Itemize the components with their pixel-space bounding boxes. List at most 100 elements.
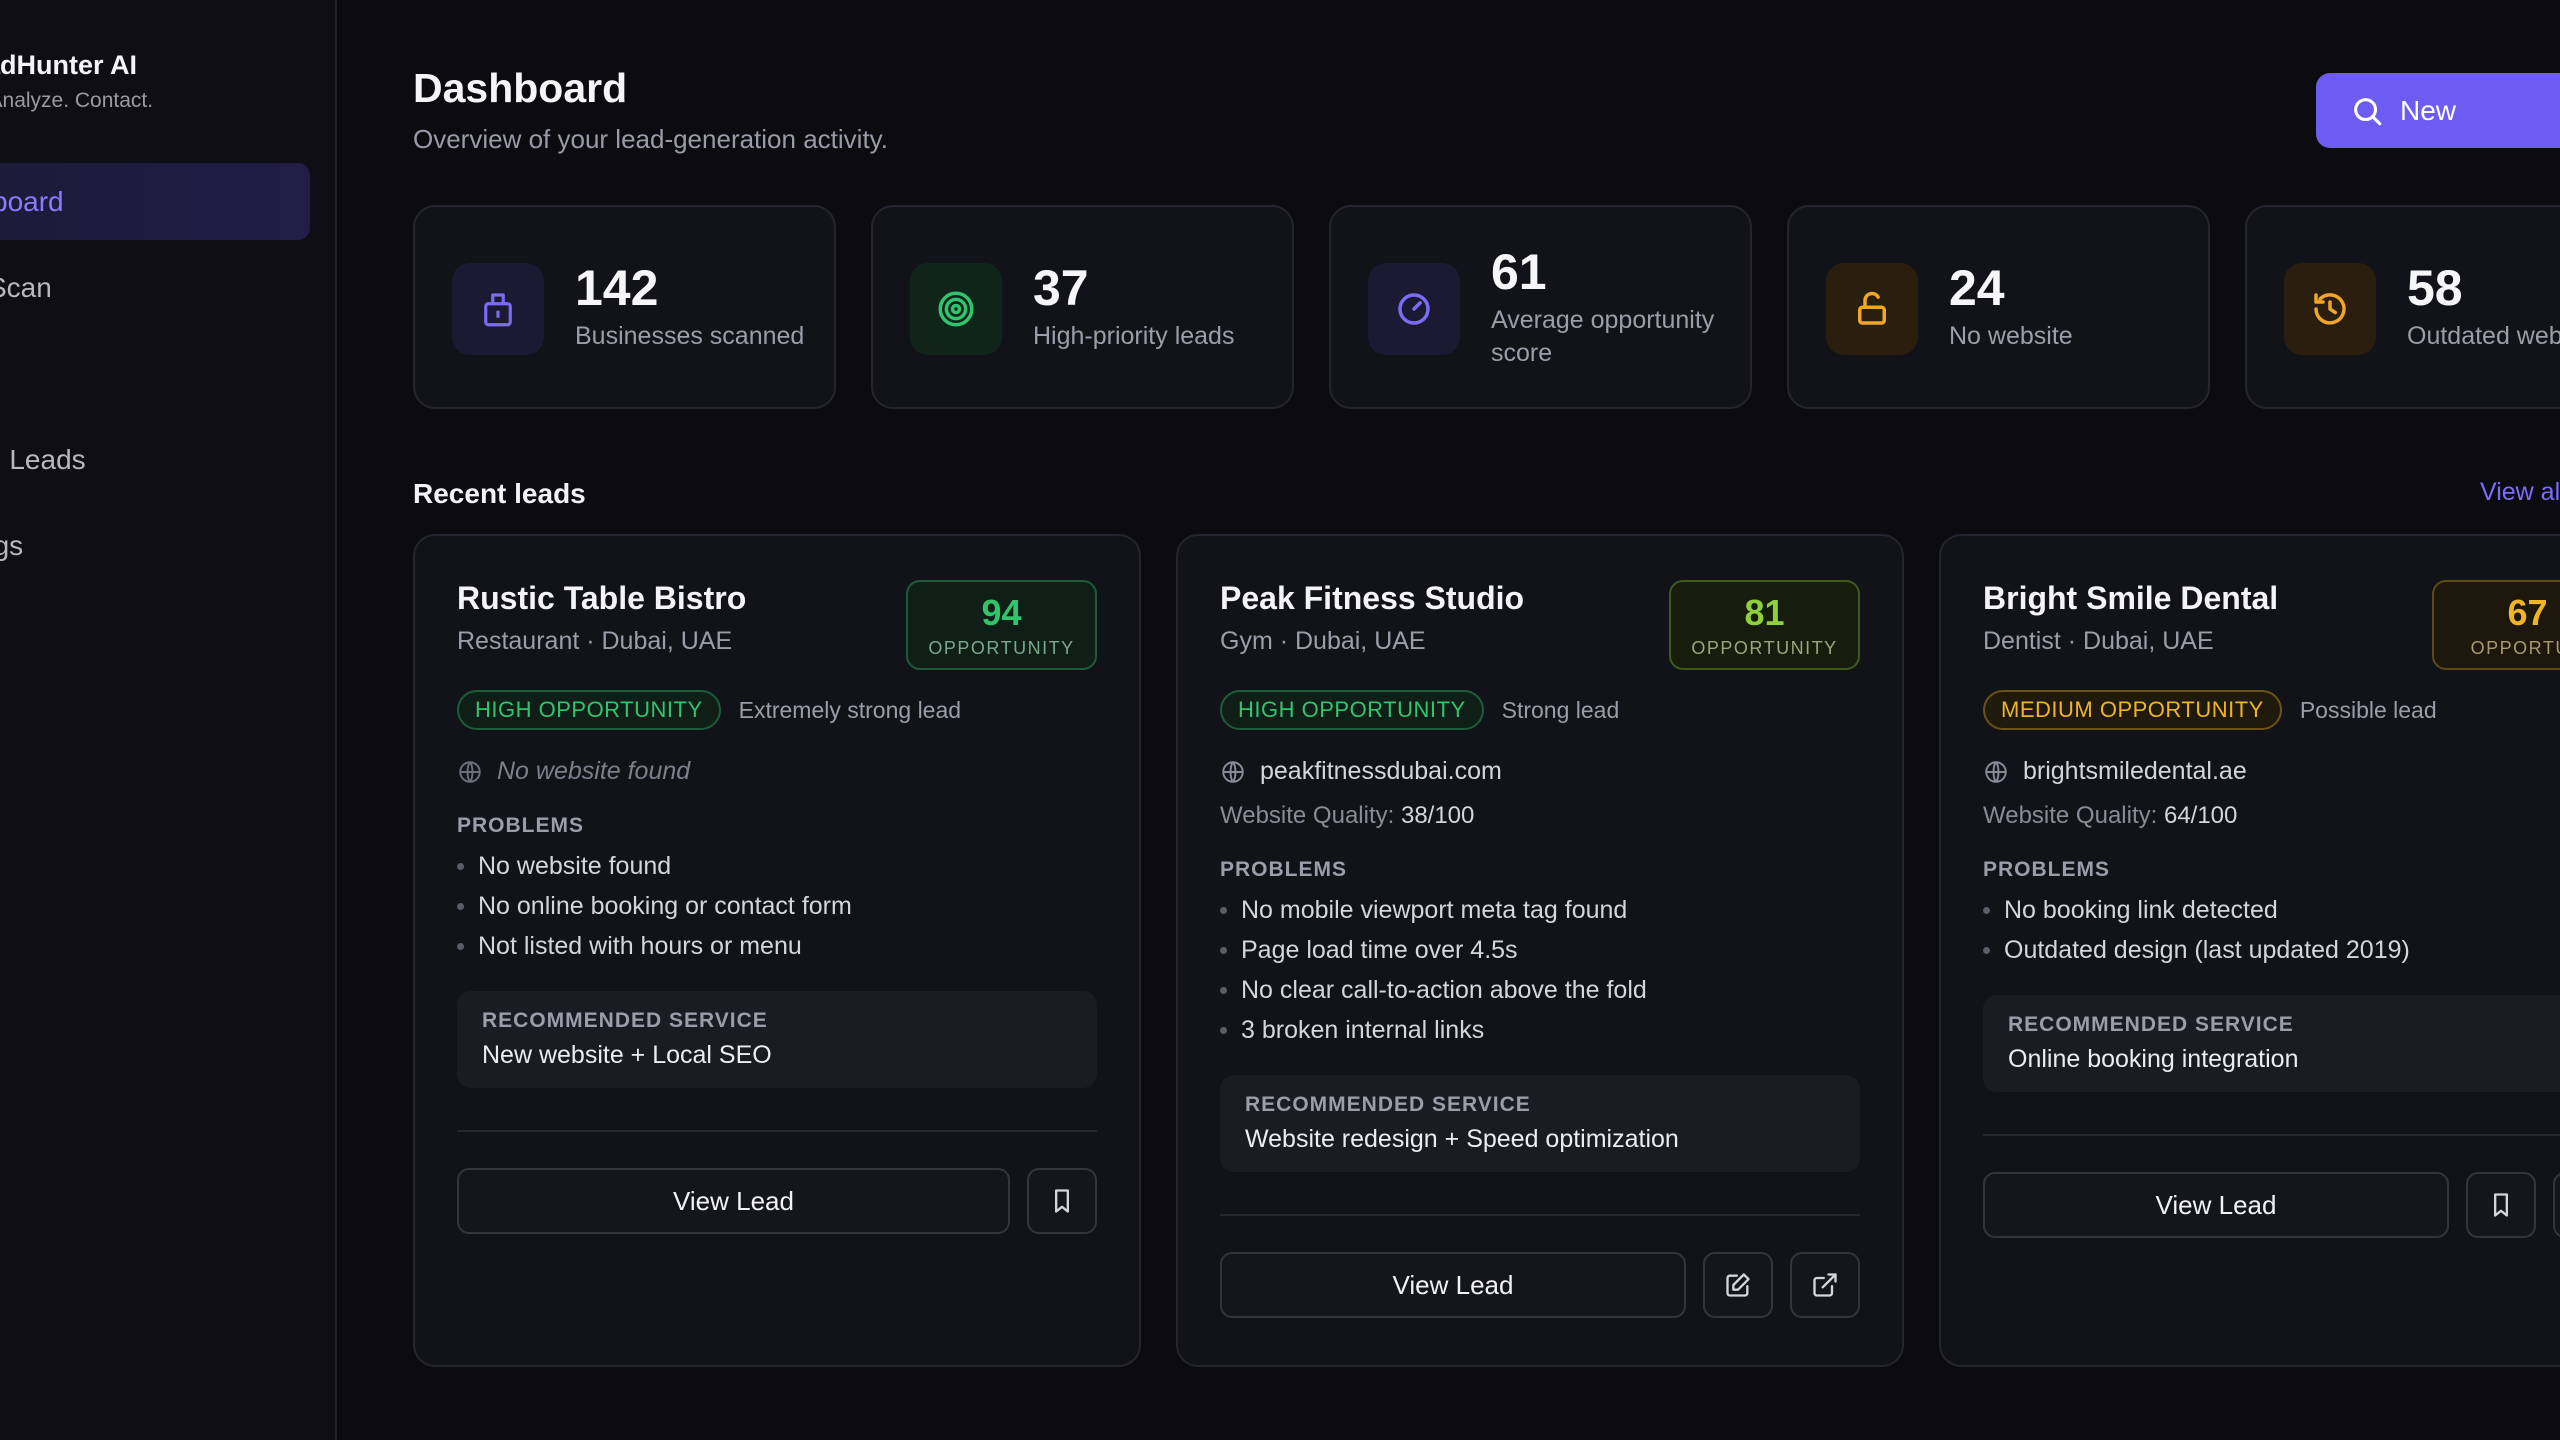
problem-item: 3 broken internal links: [1220, 1016, 1860, 1045]
stat-label: Outdated web: [2407, 322, 2560, 351]
score-label: OPPORTUN: [2470, 637, 2560, 658]
brand-tagline: . Analyze. Contact.: [0, 89, 154, 112]
unlock-icon: [1826, 263, 1918, 355]
lead-strength: Possible lead: [2299, 696, 2437, 723]
sidebar-item-scan[interactable]: Scan: [0, 249, 310, 326]
stat-card-average-score: 61 Average opportunity score: [1329, 205, 1752, 409]
lead-strength: Strong lead: [1501, 696, 1620, 723]
bookmark-icon: [1055, 1189, 1069, 1213]
website-value: No website found: [497, 757, 691, 785]
website-row: brightsmiledental.ae: [1983, 757, 2560, 786]
stat-card-outdated-website: 58 Outdated web: [2245, 205, 2560, 409]
problem-item: Page load time over 4.5s: [1220, 936, 1860, 965]
stat-value: 24: [1949, 260, 2005, 317]
opportunity-tag: MEDIUM OPPORTUNITY: [1983, 690, 2282, 730]
lead-card: Bright Smile Dental Dentist · Dubai, UAE…: [1939, 534, 2560, 1367]
page-title: Dashboard: [413, 65, 628, 111]
more-actions-button[interactable]: [2553, 1172, 2560, 1238]
globe-icon: [1985, 760, 2007, 783]
website-row: No website found: [457, 757, 1097, 786]
sidebar-nav: board Scan s d Leads ngs: [0, 163, 310, 593]
stat-card-high-priority: 37 High-priority leads: [871, 205, 1294, 409]
view-all-link[interactable]: View al: [2480, 478, 2560, 507]
stat-value: 58: [2407, 260, 2463, 317]
sidebar-item-label: d Leads: [0, 443, 86, 475]
search-icon: [2354, 97, 2382, 125]
recent-leads-list: Rustic Table Bistro Restaurant · Dubai, …: [413, 534, 2560, 1367]
gauge-icon: [1368, 263, 1460, 355]
target-icon: [910, 263, 1002, 355]
history-icon: [2284, 263, 2376, 355]
lead-strength: Extremely strong lead: [738, 696, 962, 723]
problem-item: No website found: [457, 852, 1097, 881]
website-value[interactable]: peakfitnessdubai.com: [1260, 757, 1502, 786]
divider: [1220, 1214, 1860, 1216]
stat-label: Businesses scanned: [575, 322, 805, 351]
sidebar-item-dashboard[interactable]: board: [0, 163, 310, 240]
stat-value: 37: [1033, 260, 1089, 317]
problems-list: No mobile viewport meta tag found Page l…: [1220, 896, 1860, 1045]
stat-label: High-priority leads: [1033, 322, 1235, 351]
stat-card-businesses-scanned: 142 Businesses scanned: [413, 205, 836, 409]
sidebar-item-saved-leads[interactable]: d Leads: [0, 421, 310, 498]
website-quality-label: Website Quality:: [1983, 802, 2158, 829]
new-scan-button-label: New: [2400, 94, 2457, 126]
edit-icon: [1726, 1273, 1750, 1297]
problem-item: No clear call-to-action above the fold: [1220, 976, 1860, 1005]
recommended-service: RECOMMENDED SERVICE Online booking integ…: [1983, 995, 2560, 1092]
website-quality-label: Website Quality:: [1220, 802, 1395, 829]
brand: adHunter AI . Analyze. Contact.: [0, 50, 330, 113]
bookmark-button[interactable]: [1027, 1168, 1097, 1234]
website-quality-value: 64/100: [2163, 802, 2238, 829]
globe-icon: [1222, 760, 1244, 783]
problem-item: No mobile viewport meta tag found: [1220, 896, 1860, 925]
recommended-service: RECOMMENDED SERVICE Website redesign + S…: [1220, 1075, 1860, 1172]
sidebar-item-label: Scan: [0, 271, 52, 303]
divider: [1983, 1134, 2560, 1136]
sidebar: adHunter AI . Analyze. Contact. board Sc…: [0, 0, 337, 1440]
opportunity-score: 67 OPPORTUN: [2432, 580, 2560, 670]
sidebar-item-settings[interactable]: ngs: [0, 507, 310, 584]
stat-label: No website: [1949, 322, 2073, 351]
stat-label: Average opportunity score: [1491, 306, 1715, 367]
open-external-button[interactable]: [1790, 1252, 1860, 1318]
website-quality: Website Quality: 64/100: [1983, 802, 2560, 830]
problem-item: No booking link detected: [1983, 896, 2560, 925]
bookmark-icon: [2494, 1193, 2508, 1217]
score-value: 94: [981, 591, 1022, 633]
recommended-service: RECOMMENDED SERVICE New website + Local …: [457, 991, 1097, 1088]
problems-title: PROBLEMS: [1983, 858, 2111, 881]
recommended-service-title: RECOMMENDED SERVICE: [1245, 1093, 1531, 1116]
problems-list: No website found No online booking or co…: [457, 852, 1097, 961]
sidebar-item-label: board: [0, 185, 64, 217]
view-lead-button[interactable]: View Lead: [1220, 1252, 1686, 1318]
recommended-service-value: Online booking integration: [2008, 1045, 2299, 1073]
divider: [457, 1130, 1097, 1132]
opportunity-score: 81 OPPORTUNITY: [1669, 580, 1860, 670]
problems-title: PROBLEMS: [1220, 858, 1348, 881]
lead-card: Peak Fitness Studio Gym · Dubai, UAE 81 …: [1176, 534, 1904, 1367]
view-lead-button[interactable]: View Lead: [457, 1168, 1010, 1234]
score-value: 81: [1744, 591, 1785, 633]
view-lead-button[interactable]: View Lead: [1983, 1172, 2449, 1238]
new-scan-button[interactable]: New: [2316, 73, 2560, 148]
recent-leads-title: Recent leads: [413, 478, 586, 509]
website-quality: Website Quality: 38/100: [1220, 802, 1860, 830]
problem-item: Outdated design (last updated 2019): [1983, 936, 2560, 965]
external-link-icon: [1813, 1273, 1837, 1297]
problems-title: PROBLEMS: [457, 814, 585, 837]
lead-card: Rustic Table Bistro Restaurant · Dubai, …: [413, 534, 1141, 1367]
sidebar-item-leads[interactable]: s: [0, 335, 310, 412]
problem-item: No online booking or contact form: [457, 892, 1097, 921]
stat-value: 142: [575, 260, 659, 317]
page-subtitle: Overview of your lead-generation activit…: [413, 124, 888, 154]
opportunity-score: 94 OPPORTUNITY: [906, 580, 1097, 670]
stats-row: 142 Businesses scanned 37 High-priority …: [413, 205, 2560, 409]
opportunity-tag: HIGH OPPORTUNITY: [1220, 690, 1484, 730]
recommended-service-value: New website + Local SEO: [482, 1041, 772, 1069]
globe-icon: [459, 760, 481, 783]
website-row: peakfitnessdubai.com: [1220, 757, 1860, 786]
website-value[interactable]: brightsmiledental.ae: [2023, 757, 2247, 786]
edit-button[interactable]: [1703, 1252, 1773, 1318]
bookmark-button[interactable]: [2466, 1172, 2536, 1238]
